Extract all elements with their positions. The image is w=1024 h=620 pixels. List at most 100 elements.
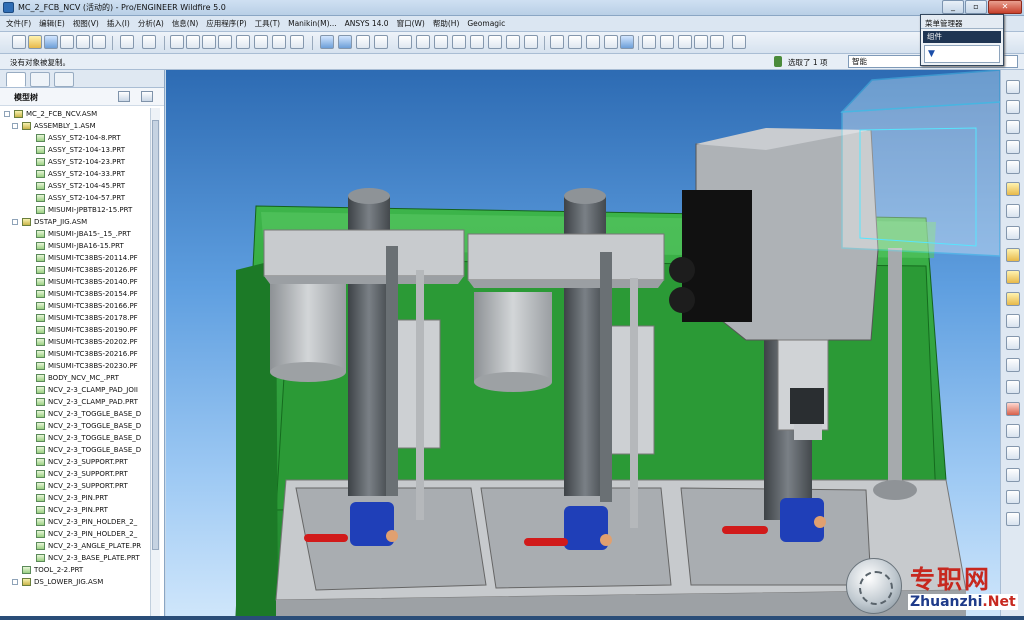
reorient-icon[interactable] <box>470 35 484 49</box>
coordinate-system-icon[interactable] <box>1006 160 1020 174</box>
repeat-icon[interactable] <box>1006 248 1020 262</box>
sweep-icon[interactable] <box>1006 468 1020 482</box>
tree-item[interactable]: MISUMI-TC38BS-20216.PF <box>0 348 150 360</box>
tree-item[interactable]: DS_LOWER_JIG.ASM <box>0 576 150 588</box>
cut-icon[interactable] <box>170 35 184 49</box>
zoom-in-icon[interactable] <box>416 35 430 49</box>
tree-item[interactable]: NCV_2-3_CLAMP_PAD_JOII <box>0 384 150 396</box>
tab-folder-browser[interactable] <box>30 72 50 87</box>
expand-toggle-icon[interactable] <box>12 579 18 585</box>
tree-item[interactable]: NCV_2-3_ANGLE_PLATE.PR <box>0 540 150 552</box>
select-box-icon[interactable] <box>272 35 286 49</box>
menu-ansys[interactable]: ANSYS 14.0 <box>341 19 393 28</box>
undo-icon[interactable] <box>120 35 134 49</box>
paste-icon[interactable] <box>202 35 216 49</box>
find-icon[interactable] <box>254 35 268 49</box>
rib-icon[interactable] <box>1006 336 1020 350</box>
tree-item[interactable]: ASSY_ST2-104-33.PRT <box>0 168 150 180</box>
tree-item[interactable]: NCV_2-3_SUPPORT.PRT <box>0 456 150 468</box>
tree-item[interactable]: MISUMI-TC38BS-20126.PF <box>0 264 150 276</box>
tree-settings-icon[interactable] <box>118 91 130 102</box>
save-icon[interactable] <box>44 35 58 49</box>
refit-icon[interactable] <box>398 35 412 49</box>
view-orient-icon[interactable] <box>320 35 334 49</box>
round-icon[interactable] <box>1006 380 1020 394</box>
extrude-icon[interactable] <box>1006 424 1020 438</box>
model-tree-scrollbar[interactable] <box>150 108 160 620</box>
expand-toggle-icon[interactable] <box>4 111 10 117</box>
redo-icon[interactable] <box>142 35 156 49</box>
menu-tools[interactable]: 工具(T) <box>251 18 284 29</box>
shading-icon[interactable] <box>356 35 370 49</box>
zoom-fit-icon[interactable] <box>452 35 466 49</box>
tree-item[interactable]: NCV_2-3_TOGGLE_BASE_D <box>0 432 150 444</box>
tree-item[interactable]: MISUMI-TC38BS-20140.PF <box>0 276 150 288</box>
tree-item[interactable]: NCV_2-3_PIN_HOLDER_2_ <box>0 516 150 528</box>
view-manager-icon[interactable] <box>524 35 538 49</box>
tree-item[interactable]: MISUMI-TC38BS-20178.PF <box>0 312 150 324</box>
menu-manager[interactable]: 菜单管理器 组件 ▼ <box>920 14 1004 66</box>
tree-item[interactable]: MISUMI-JPBTB12-15.PRT <box>0 204 150 216</box>
menu-info[interactable]: 信息(N) <box>168 18 202 29</box>
tree-item[interactable]: NCV_2-3_PIN.PRT <box>0 492 150 504</box>
datum-points-icon[interactable] <box>678 35 692 49</box>
expand-toggle-icon[interactable] <box>12 123 18 129</box>
menu-file[interactable]: 文件(F) <box>2 18 35 29</box>
mirror-icon[interactable] <box>1006 512 1020 526</box>
menu-manager-filter[interactable]: ▼ <box>924 45 1000 63</box>
tree-item[interactable]: BODY_NCV_MC_.PRT <box>0 372 150 384</box>
tree-item[interactable]: NCV_2-3_TOGGLE_BASE_D <box>0 444 150 456</box>
wireframe-icon[interactable] <box>550 35 564 49</box>
menu-manager-item-assembly[interactable]: 组件 <box>923 31 1001 43</box>
tree-item[interactable]: ASSY_ST2-104-45.PRT <box>0 180 150 192</box>
tree-show-icon[interactable] <box>141 91 153 102</box>
tree-item[interactable]: MISUMI-TC38BS-20230.PF <box>0 360 150 372</box>
regenerate-icon[interactable] <box>236 35 250 49</box>
tree-item[interactable]: NCV_2-3_PIN_HOLDER_2_ <box>0 528 150 540</box>
hole-icon[interactable] <box>1006 292 1020 306</box>
tree-item[interactable]: MISUMI-TC38BS-20114.PF <box>0 252 150 264</box>
menu-applications[interactable]: 应用程序(P) <box>202 18 250 29</box>
create-component-icon[interactable] <box>1006 226 1020 240</box>
sketch-icon[interactable] <box>1006 80 1020 94</box>
maximize-button[interactable]: ▫ <box>965 0 987 14</box>
revolve-icon[interactable] <box>1006 446 1020 460</box>
enhanced-realism-icon[interactable] <box>620 35 634 49</box>
selection-lock-icon[interactable] <box>774 56 782 67</box>
tree-item[interactable]: NCV_2-3_BASE_PLATE.PRT <box>0 552 150 564</box>
draft-icon[interactable] <box>1006 358 1020 372</box>
email-icon[interactable] <box>76 35 90 49</box>
line-icon[interactable] <box>1006 100 1020 114</box>
graphics-window[interactable] <box>166 70 1000 616</box>
paste-special-icon[interactable] <box>218 35 232 49</box>
tree-item[interactable]: MISUMI-TC38BS-20154.PF <box>0 288 150 300</box>
tab-model-tree[interactable] <box>6 72 26 87</box>
tree-item[interactable]: NCV_2-3_SUPPORT.PRT <box>0 468 150 480</box>
expand-toggle-icon[interactable] <box>12 219 18 225</box>
datum-axes-icon[interactable] <box>660 35 674 49</box>
menu-help[interactable]: 帮助(H) <box>429 18 464 29</box>
chamfer-icon[interactable] <box>1006 402 1020 416</box>
coordinate-systems-icon[interactable] <box>694 35 708 49</box>
spin-center-icon[interactable] <box>488 35 502 49</box>
tree-item[interactable]: MISUMI-JBA16-15.PRT <box>0 240 150 252</box>
curve-icon[interactable] <box>1006 120 1020 134</box>
new-file-icon[interactable] <box>12 35 26 49</box>
open-folder-icon[interactable] <box>28 35 42 49</box>
menu-geomagic[interactable]: Geomagic <box>463 19 509 28</box>
tree-item[interactable]: MISUMI-JBA15-_15_.PRT <box>0 228 150 240</box>
menu-window[interactable]: 窗口(W) <box>393 18 429 29</box>
component-icon[interactable] <box>1006 204 1020 218</box>
menu-view[interactable]: 视图(V) <box>69 18 103 29</box>
annotations-icon[interactable] <box>710 35 724 49</box>
menu-insert[interactable]: 插入(I) <box>103 18 134 29</box>
appearance-icon[interactable] <box>374 35 388 49</box>
tree-item[interactable]: NCV_2-3_CLAMP_PAD.PRT <box>0 396 150 408</box>
datum-planes-icon[interactable] <box>642 35 656 49</box>
blend-icon[interactable] <box>1006 490 1020 504</box>
tree-item[interactable]: ASSY_ST2-104-23.PRT <box>0 156 150 168</box>
tree-item[interactable]: ASSY_ST2-104-8.PRT <box>0 132 150 144</box>
print-icon[interactable] <box>60 35 74 49</box>
shaded-icon[interactable] <box>604 35 618 49</box>
menu-edit[interactable]: 编辑(E) <box>35 18 69 29</box>
